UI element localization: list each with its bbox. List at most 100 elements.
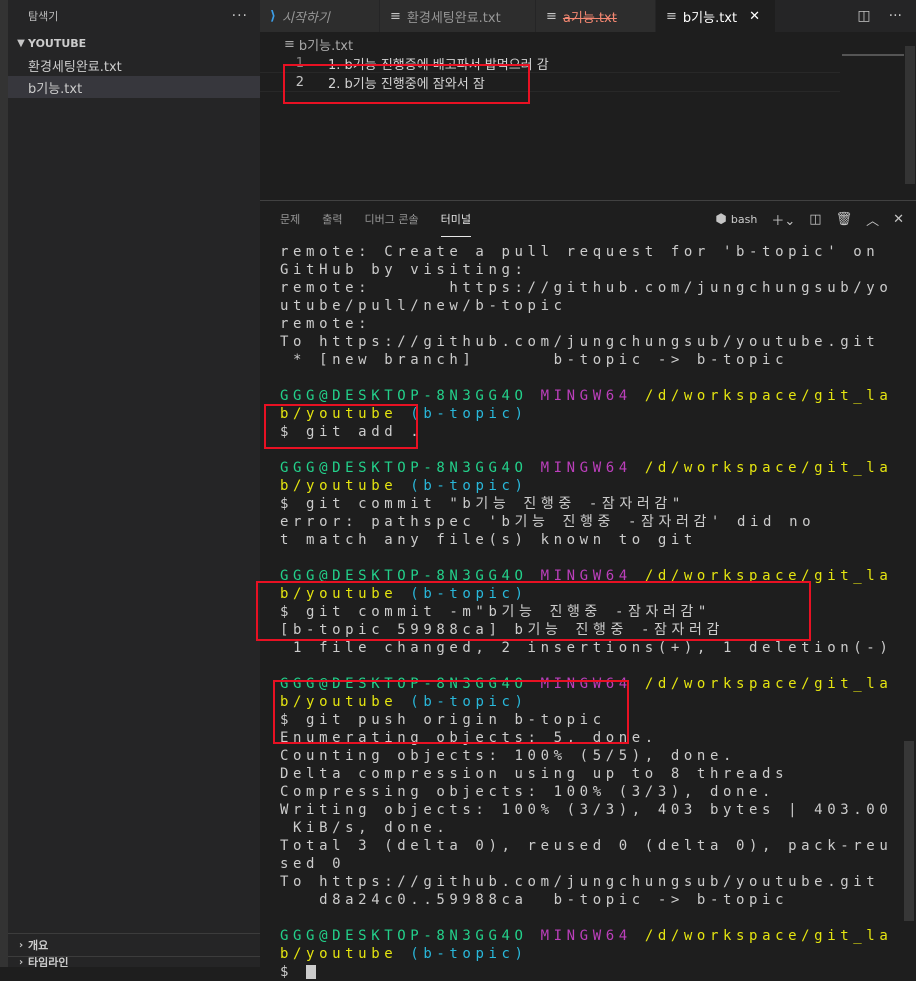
split-terminal-icon[interactable]: ◫ bbox=[809, 212, 821, 227]
file-item-b[interactable]: b기능.txt bbox=[8, 76, 260, 98]
terminal-text: To https://github.com/jungchungsub/youtu… bbox=[280, 874, 880, 890]
close-icon[interactable]: ✕ bbox=[749, 9, 760, 24]
text-file-icon: ≡ bbox=[284, 36, 295, 52]
highlight-box bbox=[256, 581, 811, 641]
terminal-text: remote: Create a pull request for 'b-top… bbox=[280, 244, 880, 260]
terminal-line: Compressing objects: 100% (3/3), done. bbox=[280, 783, 900, 801]
vscode-logo-icon: ⟩ bbox=[270, 8, 276, 24]
text-file-icon: ≡ bbox=[390, 8, 401, 24]
tab-a[interactable]: ≡ a기능.txt bbox=[536, 0, 656, 32]
tab-problems[interactable]: 문제 bbox=[280, 201, 300, 237]
terminal-text: utube/pull/new/b-topic bbox=[280, 298, 567, 314]
tab-output[interactable]: 출력 bbox=[322, 201, 342, 237]
terminal-text: 1 file changed, 2 insertions(+), 1 delet… bbox=[280, 640, 893, 656]
highlight-box bbox=[264, 404, 418, 449]
terminal-line: error: pathspec 'b기능 진행중 -잠자러감' did no bbox=[280, 513, 900, 531]
tab-b[interactable]: ≡ b기능.txt ✕ bbox=[656, 0, 776, 32]
workspace-name: YOUTUBE bbox=[28, 36, 87, 50]
tab-actions: ◫ ··· bbox=[857, 0, 916, 32]
terminal-text: b/youtube bbox=[280, 478, 398, 494]
terminal-line: remote: Create a pull request for 'b-top… bbox=[280, 243, 900, 261]
close-panel-icon[interactable]: ✕ bbox=[893, 212, 904, 227]
terminal-text: /d/workspace/git_la bbox=[644, 676, 893, 692]
terminal-text: error: pathspec 'b기능 진행중 -잠자러감' did no bbox=[280, 514, 816, 530]
terminal-scrollbar[interactable] bbox=[904, 741, 914, 921]
terminal-line: Delta compression using up to 8 threads bbox=[280, 765, 900, 783]
terminal-line: $ bbox=[280, 963, 900, 981]
terminal-line: 1 file changed, 2 insertions(+), 1 delet… bbox=[280, 639, 900, 657]
terminal-line: b/youtube (b-topic) bbox=[280, 477, 900, 495]
chevron-up-icon[interactable]: ︿ bbox=[866, 210, 879, 229]
more-actions-icon[interactable]: ··· bbox=[232, 8, 248, 24]
terminal-text: d8a24c0..59988ca b-topic -> b-topic bbox=[280, 892, 789, 908]
breadcrumb-file: b기능.txt bbox=[298, 38, 354, 54]
timeline-label: 타임라인 bbox=[28, 956, 69, 967]
editor-scrollbar[interactable] bbox=[905, 46, 915, 184]
tab-debug-console[interactable]: 디버그 콘솔 bbox=[365, 201, 419, 237]
terminal-text: sed 0 bbox=[280, 856, 346, 872]
terminal-text: $ bbox=[280, 964, 307, 980]
minimap[interactable] bbox=[842, 54, 904, 60]
terminal-text: Total 3 (delta 0), reused 0 (delta 0), p… bbox=[280, 838, 893, 854]
chevron-right-icon: › bbox=[18, 956, 24, 967]
terminal-line: GGG@DESKTOP-8N3GG4O MINGW64 /d/workspace… bbox=[280, 459, 900, 477]
chevron-right-icon: › bbox=[18, 939, 24, 951]
tab-terminal[interactable]: 터미널 bbox=[440, 201, 471, 237]
terminal-line: KiB/s, done. bbox=[280, 819, 900, 837]
terminal-text: /d/workspace/git_la bbox=[644, 388, 893, 404]
terminal-text: * [new branch] b-topic -> b-topic bbox=[280, 352, 789, 368]
split-editor-icon[interactable]: ◫ bbox=[857, 8, 870, 24]
terminal-line: To https://github.com/jungchungsub/youtu… bbox=[280, 873, 900, 891]
tab-env[interactable]: ≡ 환경세팅완료.txt bbox=[380, 0, 536, 32]
explorer-title: 탐색기 bbox=[28, 10, 59, 23]
terminal-text: Delta compression using up to 8 threads bbox=[280, 766, 789, 782]
terminal-line: sed 0 bbox=[280, 855, 900, 873]
outline-section[interactable]: › 개요 bbox=[8, 933, 260, 956]
terminal-text: GGG@DESKTOP-8N3GG4O bbox=[280, 460, 528, 476]
terminal-line: utube/pull/new/b-topic bbox=[280, 297, 900, 315]
highlight-box bbox=[283, 64, 530, 104]
tab-label: 시작하기 bbox=[281, 10, 330, 26]
timeline-section[interactable]: › 타임라인 bbox=[8, 956, 260, 967]
file-item-env[interactable]: 환경세팅완료.txt bbox=[8, 54, 260, 76]
terminal-text: Counting objects: 100% (5/5), done. bbox=[280, 748, 737, 764]
terminal-text: /d/workspace/git_la bbox=[644, 928, 893, 944]
terminal-text: (b-topic) bbox=[410, 478, 528, 494]
workspace-folder[interactable]: ▼ YOUTUBE bbox=[8, 32, 260, 54]
activity-bar bbox=[0, 0, 8, 967]
tab-label: a기능.txt bbox=[562, 10, 617, 26]
text-file-icon: ≡ bbox=[666, 8, 677, 24]
tab-label: 환경세팅완료.txt bbox=[406, 10, 501, 26]
file-label: 환경세팅완료.txt bbox=[28, 59, 122, 75]
terminal-line: remote: bbox=[280, 315, 900, 333]
new-terminal-icon[interactable]: ＋⌄ bbox=[771, 210, 795, 229]
terminal-text: t match any file(s) known to git bbox=[280, 532, 697, 548]
terminal-text: Writing objects: 100% (3/3), 403 bytes |… bbox=[280, 802, 893, 818]
terminal-text: To https://github.com/jungchungsub/youtu… bbox=[280, 334, 880, 350]
terminal-line: Writing objects: 100% (3/3), 403 bytes |… bbox=[280, 801, 900, 819]
terminal-icon: ⬢ bbox=[715, 211, 727, 227]
terminal-text: MINGW64 bbox=[540, 460, 632, 476]
terminal-line: GGG@DESKTOP-8N3GG4O MINGW64 /d/workspace… bbox=[280, 927, 900, 945]
file-label: b기능.txt bbox=[28, 81, 83, 97]
terminal-line: $ git commit "b기능 진행중 -잠자러감" bbox=[280, 495, 900, 513]
trash-icon[interactable]: 🗑 bbox=[836, 212, 853, 227]
terminal-text: b/youtube bbox=[280, 946, 398, 962]
terminal-text: GitHub by visiting: bbox=[280, 262, 528, 278]
terminal-profile[interactable]: ⬢ bash bbox=[715, 212, 757, 227]
breadcrumb[interactable]: ≡ b기능.txt bbox=[284, 34, 353, 54]
more-icon[interactable]: ··· bbox=[889, 8, 902, 24]
tab-welcome[interactable]: ⟩ 시작하기 bbox=[260, 0, 380, 32]
shell-name: bash bbox=[730, 212, 758, 226]
terminal-text: /d/workspace/git_la bbox=[644, 460, 893, 476]
